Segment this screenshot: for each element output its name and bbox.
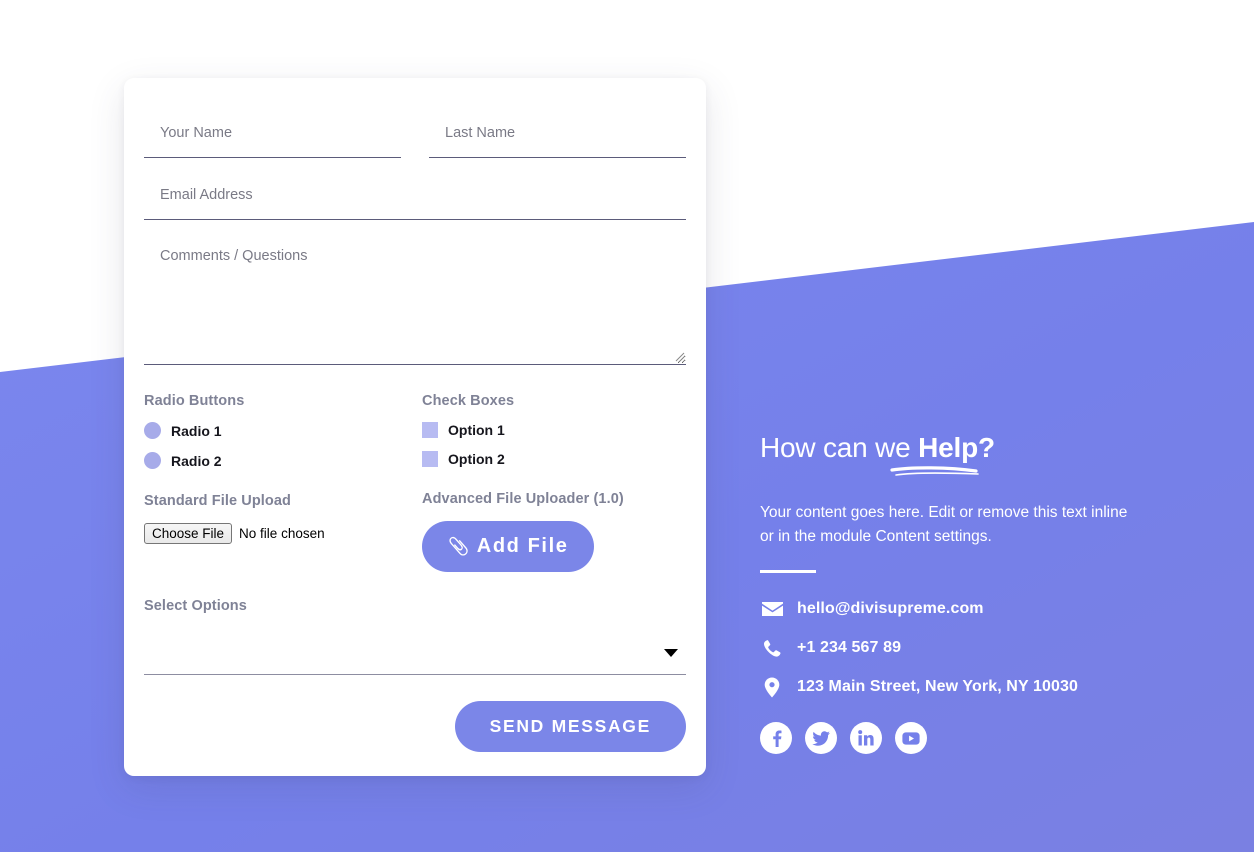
checkbox-option-2[interactable]: Option 2 bbox=[422, 451, 686, 467]
choice-groups: Radio Buttons Radio 1 Radio 2 Standard F… bbox=[144, 393, 686, 572]
twitter-icon[interactable] bbox=[805, 722, 837, 755]
contact-phone-text: +1 234 567 89 bbox=[797, 639, 902, 657]
social-links bbox=[760, 722, 1180, 755]
contact-item-phone[interactable]: +1 234 567 89 bbox=[760, 637, 1180, 659]
contact-form-card: Radio Buttons Radio 1 Radio 2 Standard F… bbox=[124, 78, 706, 776]
send-message-button[interactable]: SEND MESSAGE bbox=[454, 701, 686, 752]
checkbox-square-icon[interactable] bbox=[422, 422, 438, 438]
panel-heading-light: How can we bbox=[760, 432, 919, 463]
panel-body-text: Your content goes here. Edit or remove t… bbox=[760, 504, 1128, 546]
checkbox-square-icon[interactable] bbox=[422, 451, 438, 467]
contact-item-email[interactable]: hello@divisupreme.com bbox=[760, 598, 1180, 620]
radio-option-2-label: Radio 2 bbox=[171, 452, 222, 469]
choose-file-button[interactable]: Choose File bbox=[144, 523, 233, 544]
radio-group-label: Radio Buttons bbox=[144, 393, 245, 409]
select-label: Select Options bbox=[144, 598, 247, 614]
envelope-icon bbox=[760, 598, 784, 620]
select-options-dropdown[interactable] bbox=[144, 631, 686, 674]
facebook-icon[interactable] bbox=[760, 722, 792, 755]
file-status-text: No file chosen bbox=[239, 526, 325, 541]
first-name-input[interactable] bbox=[144, 116, 401, 146]
radio-option-2[interactable]: Radio 2 bbox=[144, 452, 422, 469]
comments-textarea[interactable] bbox=[144, 240, 686, 364]
page-root: Radio Buttons Radio 1 Radio 2 Standard F… bbox=[0, 0, 1254, 852]
panel-heading-strong: Help? bbox=[918, 432, 995, 463]
radio-option-1-label: Radio 1 bbox=[171, 422, 222, 439]
checkbox-option-2-label: Option 2 bbox=[448, 451, 505, 467]
paperclip-icon: 📎 bbox=[448, 537, 471, 556]
select-options-field[interactable] bbox=[144, 631, 686, 675]
radio-circle-icon[interactable] bbox=[144, 422, 161, 439]
contact-list: hello@divisupreme.com +1 234 567 89 123 … bbox=[760, 598, 1180, 698]
panel-heading: How can we Help? bbox=[760, 432, 1180, 464]
comments-field[interactable] bbox=[144, 240, 686, 365]
email-field[interactable] bbox=[144, 178, 686, 220]
map-pin-icon bbox=[760, 676, 784, 698]
radio-circle-icon[interactable] bbox=[144, 452, 161, 469]
help-panel: How can we Help? Your content goes here.… bbox=[760, 432, 1180, 755]
checkbox-group: Check Boxes Option 1 Option 2 Advanced F… bbox=[422, 393, 686, 572]
submit-row: SEND MESSAGE bbox=[144, 701, 686, 752]
email-input[interactable] bbox=[144, 178, 686, 208]
checkbox-option-1[interactable]: Option 1 bbox=[422, 422, 686, 438]
last-name-input[interactable] bbox=[429, 116, 686, 146]
radio-group: Radio Buttons Radio 1 Radio 2 Standard F… bbox=[144, 393, 422, 572]
add-file-button-label: Add File bbox=[476, 535, 569, 557]
linkedin-icon[interactable] bbox=[850, 722, 882, 755]
contact-address-text: 123 Main Street, New York, NY 10030 bbox=[797, 678, 1078, 696]
phone-icon bbox=[760, 637, 784, 659]
last-name-field[interactable] bbox=[429, 116, 686, 158]
heading-underline-decoration bbox=[890, 466, 979, 476]
advanced-upload-label: Advanced File Uploader (1.0) bbox=[422, 491, 624, 507]
checkbox-option-1-label: Option 1 bbox=[448, 422, 505, 438]
select-section: Select Options bbox=[144, 598, 686, 675]
panel-divider bbox=[760, 570, 816, 574]
add-file-button[interactable]: 📎 Add File bbox=[422, 521, 595, 572]
first-name-field[interactable] bbox=[144, 116, 401, 158]
contact-item-address[interactable]: 123 Main Street, New York, NY 10030 bbox=[760, 676, 1180, 698]
standard-upload-label: Standard File Upload bbox=[144, 493, 292, 509]
checkbox-group-label: Check Boxes bbox=[422, 393, 515, 409]
name-row bbox=[144, 116, 686, 158]
contact-email-text: hello@divisupreme.com bbox=[797, 600, 984, 618]
standard-file-input[interactable]: Choose File No file chosen bbox=[144, 523, 422, 544]
youtube-icon[interactable] bbox=[895, 722, 927, 755]
radio-option-1[interactable]: Radio 1 bbox=[144, 422, 422, 439]
